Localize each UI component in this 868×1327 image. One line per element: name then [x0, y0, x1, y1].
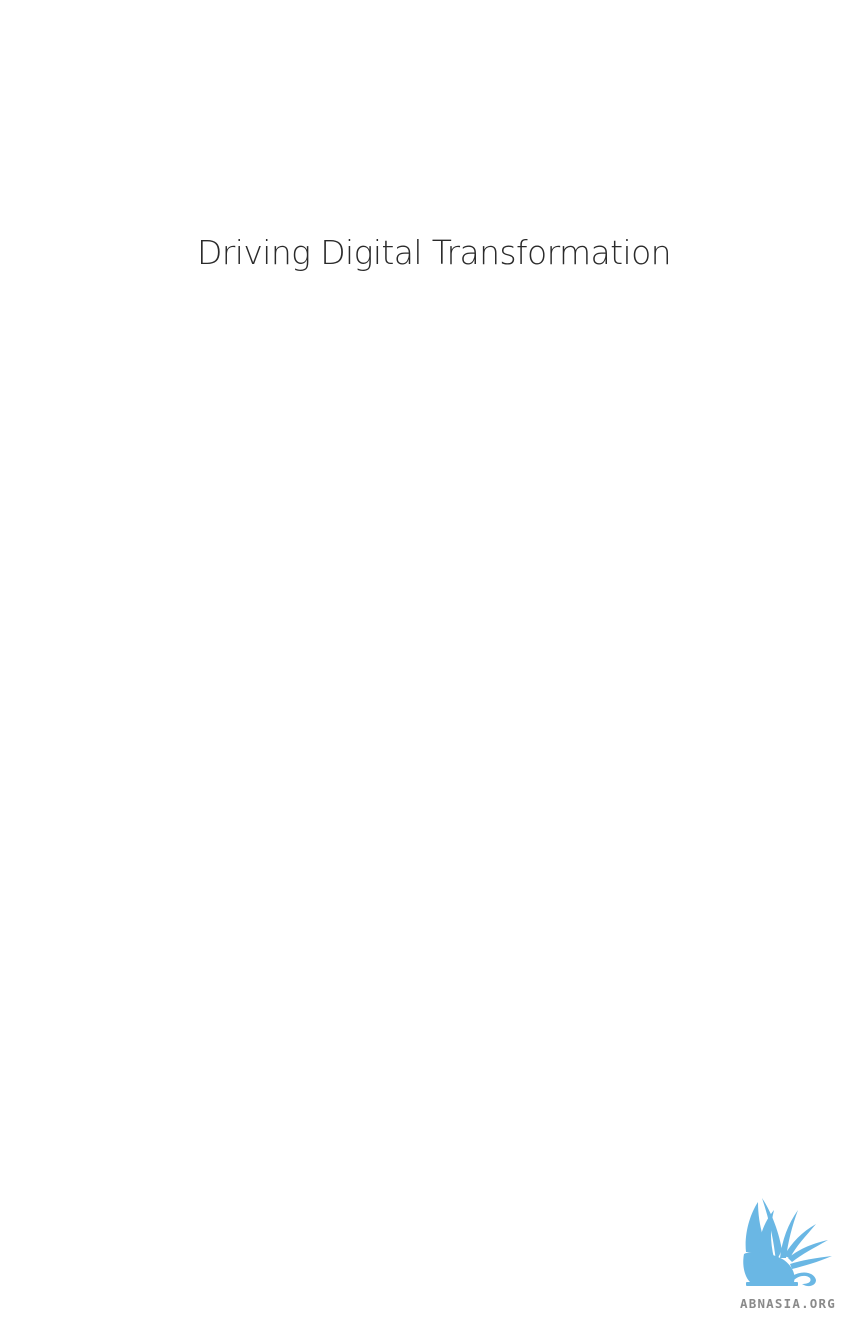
book-title: Driving Digital Transformation [196, 233, 672, 272]
griffin-logo-icon [743, 1198, 832, 1287]
watermark-text: ABNASIA.ORG [740, 1296, 836, 1311]
book-page: Driving Digital Transformation ABNASIA.O… [0, 0, 868, 1327]
watermark: ABNASIA.ORG [736, 1192, 866, 1317]
